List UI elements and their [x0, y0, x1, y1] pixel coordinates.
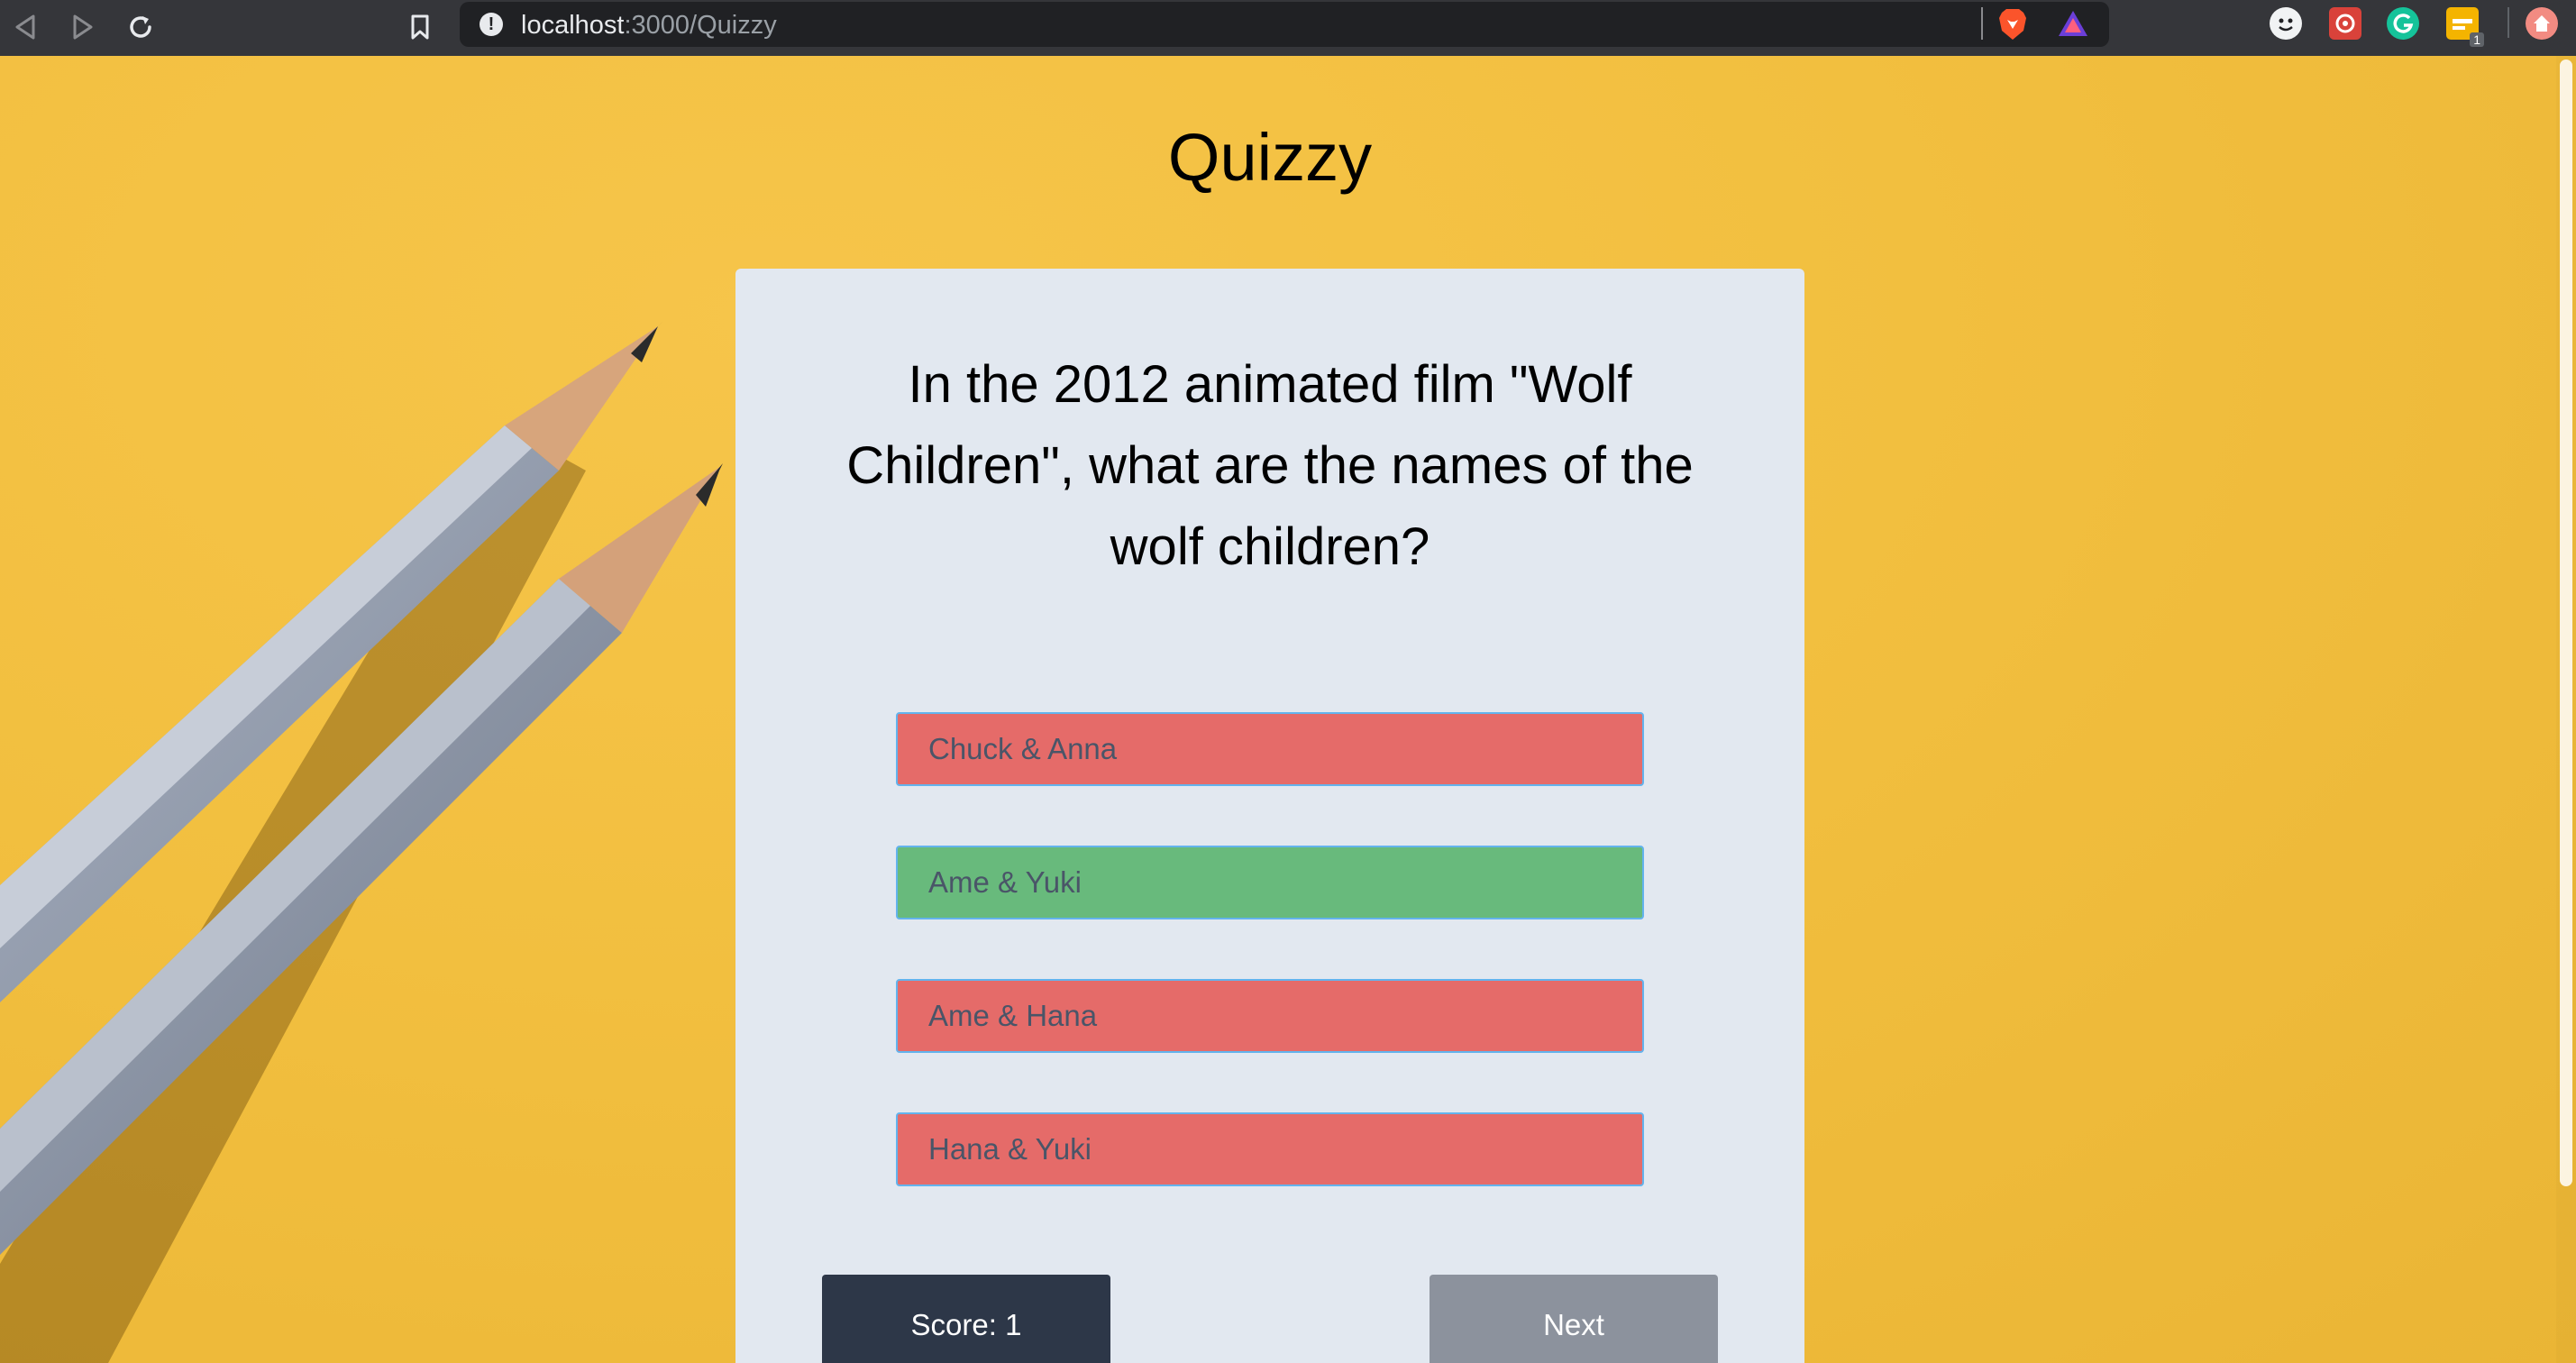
brave-rewards-icon[interactable]: [2057, 9, 2089, 38]
page-title: Quizzy: [1167, 120, 1373, 195]
browser-toolbar: ! localhost:3000/Quizzy 1: [0, 0, 2576, 56]
extension-face-icon[interactable]: [2270, 7, 2302, 40]
url-host: localhost: [521, 11, 625, 40]
reload-button[interactable]: [121, 7, 160, 47]
url-text[interactable]: localhost:3000/Quizzy: [521, 11, 777, 41]
bookmark-button[interactable]: [400, 7, 440, 47]
question-text: In the 2012 animated film "Wolf Children…: [846, 355, 1694, 576]
grammarly-icon[interactable]: [2387, 7, 2419, 40]
url-path: :3000/Quizzy: [624, 11, 777, 40]
page-scrollbar[interactable]: [2556, 56, 2576, 1363]
score-button[interactable]: Score: 1: [822, 1275, 1110, 1363]
forward-button[interactable]: [63, 7, 103, 47]
extension-red-icon[interactable]: [2329, 7, 2361, 40]
answer-option-4[interactable]: Hana & Yuki: [896, 1112, 1644, 1186]
quiz-card: In the 2012 animated film "Wolf Children…: [735, 269, 1804, 1363]
forward-arrow-icon: [73, 14, 93, 40]
extension-badge: 1: [2470, 32, 2484, 47]
pencils-decoration: [0, 322, 723, 1363]
next-button[interactable]: Next: [1430, 1275, 1718, 1363]
brave-shields-icon[interactable]: [1997, 7, 2028, 41]
toolbar-divider: [2507, 7, 2509, 38]
site-info-icon[interactable]: !: [480, 13, 503, 36]
bookmark-icon: [411, 14, 429, 40]
answer-option-2[interactable]: Ame & Yuki: [896, 846, 1644, 919]
answer-option-3[interactable]: Ame & Hana: [896, 979, 1644, 1053]
back-arrow-icon: [15, 14, 35, 40]
answer-option-1[interactable]: Chuck & Anna: [896, 712, 1644, 786]
reload-icon: [130, 16, 151, 38]
page-background: Quizzy In the 2012 animated film "Wolf C…: [0, 56, 2576, 1363]
address-bar-divider: [1981, 7, 1983, 40]
scrollbar-thumb[interactable]: [2560, 59, 2572, 1186]
address-bar[interactable]: ! localhost:3000/Quizzy: [460, 2, 2109, 47]
back-button[interactable]: [5, 7, 45, 47]
extension-yellow-icon[interactable]: 1: [2446, 7, 2484, 47]
profile-avatar-icon[interactable]: [2526, 7, 2558, 40]
